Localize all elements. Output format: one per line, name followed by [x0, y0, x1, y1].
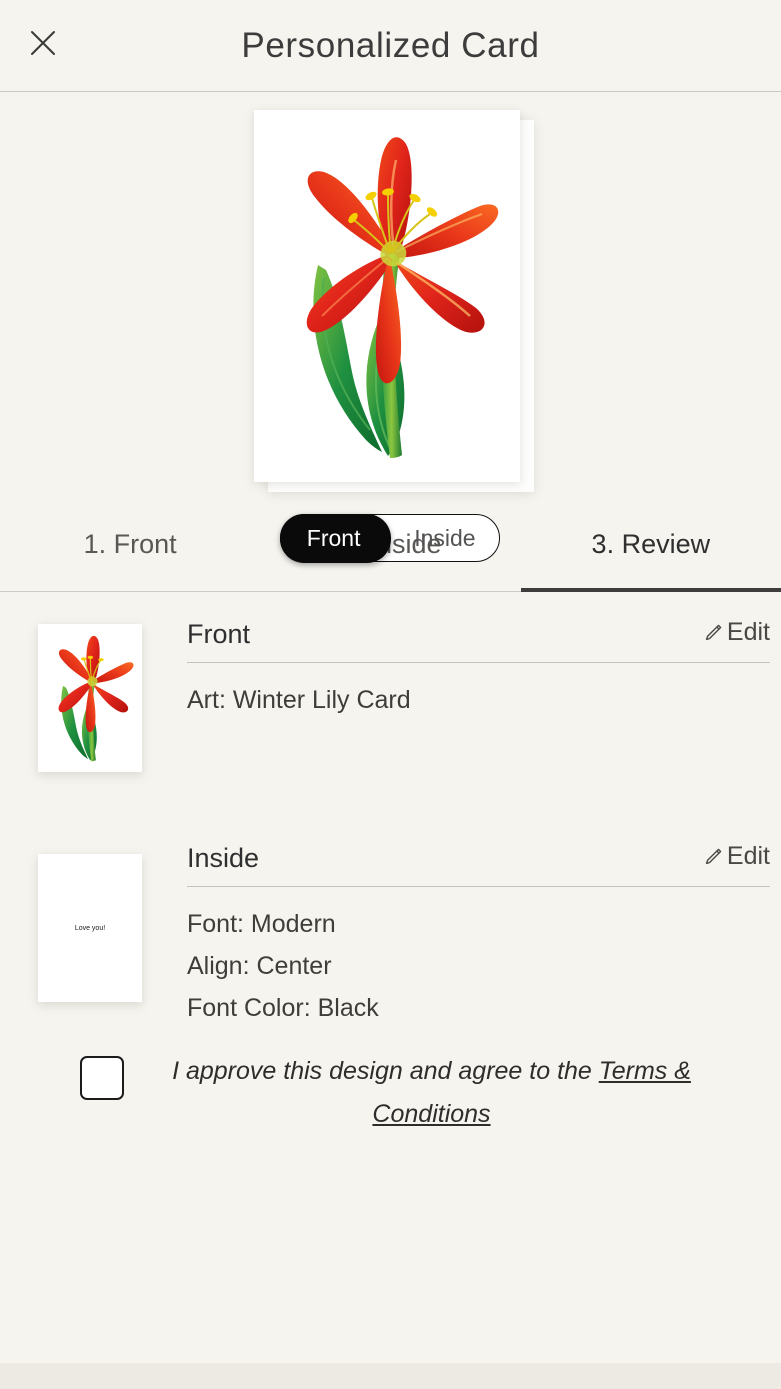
review-list: Front Edit Art: Winter Lily Card Love yo…	[0, 598, 781, 1040]
tab-front-underline	[0, 590, 261, 592]
review-row-front: Front Edit Art: Winter Lily Card	[0, 598, 781, 822]
tab-front[interactable]: 1. Front	[0, 500, 261, 592]
toggle-option-inside[interactable]: Inside	[391, 515, 499, 561]
tab-review-label: 3. Review	[591, 528, 711, 559]
personalized-card-modal: Personalized Card Front Inside 1. Front …	[0, 0, 781, 1389]
inside-thumbnail-message: Love you!	[74, 924, 106, 932]
front-lines: Art: Winter Lily Card	[187, 663, 770, 721]
approve-text-label: I approve this design and agree to the	[172, 1057, 599, 1085]
inside-header: Inside Edit	[187, 842, 770, 887]
approve-checkbox[interactable]	[80, 1056, 124, 1100]
page-title: Personalized Card	[241, 26, 540, 65]
edit-front-label: Edit	[726, 618, 770, 646]
tab-review-underline	[520, 588, 781, 592]
front-header: Front Edit	[187, 618, 770, 663]
inside-font-color-line: Font Color: Black	[187, 993, 379, 1022]
approve-section: I approve this design and agree to the T…	[0, 1050, 781, 1136]
pencil-icon	[703, 623, 723, 643]
edit-inside-label: Edit	[726, 842, 770, 870]
inside-section-title: Inside	[187, 842, 260, 873]
front-art-line: Art: Winter Lily Card	[187, 685, 411, 714]
tab-inside-underline	[260, 590, 521, 592]
edit-inside-button[interactable]: Edit	[703, 842, 770, 871]
front-details: Front Edit Art: Winter Lily Card	[187, 598, 770, 822]
pencil-icon	[703, 847, 723, 867]
front-thumbnail-artwork	[38, 625, 142, 771]
card-front-page[interactable]	[254, 110, 520, 482]
edit-front-button[interactable]: Edit	[703, 618, 770, 647]
inside-lines: Font: Modern Align: Center Font Color: B…	[187, 887, 770, 1029]
inside-font-line: Font: Modern	[187, 909, 336, 938]
front-thumbnail[interactable]	[38, 624, 142, 772]
card-stack	[254, 110, 534, 492]
modal-header: Personalized Card	[0, 0, 781, 92]
inside-align-line: Align: Center	[187, 951, 332, 980]
tab-front-label: 1. Front	[83, 528, 177, 559]
approve-text: I approve this design and agree to the T…	[142, 1050, 721, 1136]
inside-thumbnail[interactable]: Love you!	[38, 854, 142, 1002]
card-preview-area: Front Inside	[0, 92, 781, 563]
toggle-option-front[interactable]: Front	[279, 513, 391, 563]
winter-lily-artwork	[254, 110, 520, 482]
inside-details: Inside Edit Font: Modern Align: Center F…	[187, 822, 770, 1040]
review-row-inside: Love you! Inside Edit Font: Modern Align…	[0, 822, 781, 1040]
footer-strip	[0, 1363, 781, 1389]
front-section-title: Front	[187, 618, 251, 649]
step-tabs: 1. Front 2. Inside 3. Review	[0, 500, 781, 592]
tab-review[interactable]: 3. Review	[520, 500, 781, 592]
